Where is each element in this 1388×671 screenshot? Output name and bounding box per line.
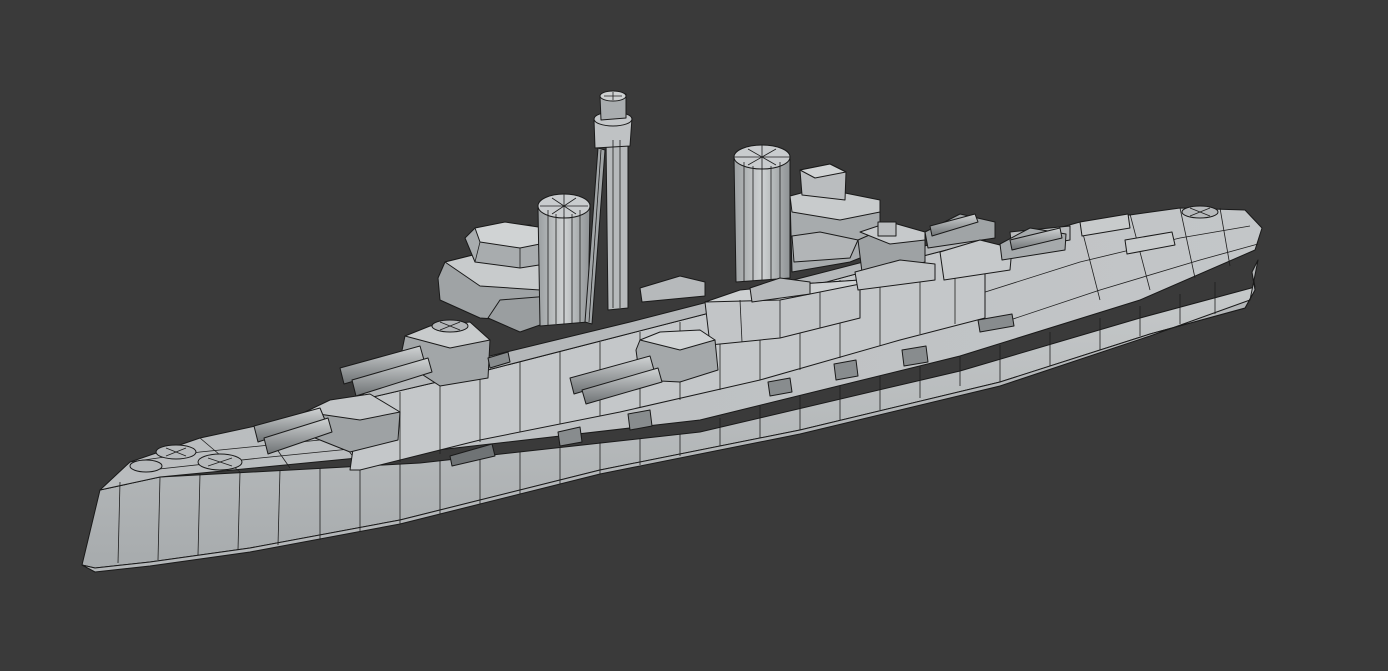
aft-superstructure (789, 163, 926, 273)
fore-funnel (537, 193, 591, 327)
aft-funnel (733, 144, 791, 283)
tripod-mast (584, 90, 633, 325)
3d-viewport[interactable] (0, 0, 1388, 671)
model-canvas[interactable] (0, 0, 1388, 671)
